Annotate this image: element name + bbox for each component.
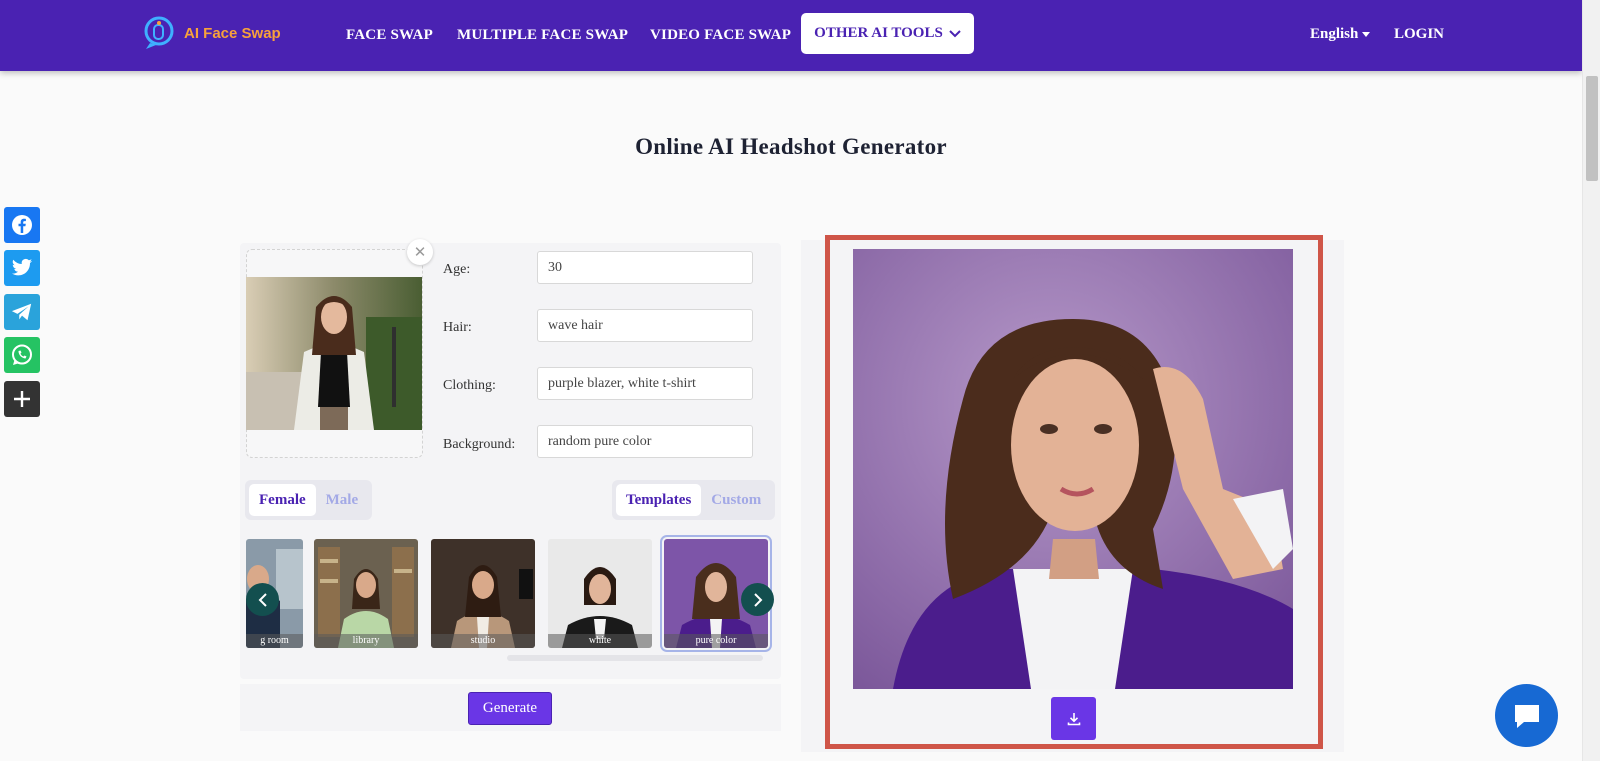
telegram-icon [11, 303, 32, 321]
chat-bubble-icon [1514, 704, 1539, 728]
chevron-down-icon [949, 29, 961, 37]
download-button[interactable] [1051, 697, 1096, 740]
custom-tab[interactable]: Custom [701, 484, 771, 516]
background-input[interactable]: random pure color [537, 425, 753, 458]
page-scrollbar[interactable] [1582, 0, 1600, 761]
carousel-next-button[interactable] [741, 583, 774, 616]
template-thumb[interactable]: studio [431, 539, 535, 648]
scrollbar-thumb[interactable] [1586, 76, 1598, 181]
generate-button[interactable]: Generate [468, 692, 552, 725]
generated-headshot [853, 249, 1293, 689]
caret-down-icon [1362, 32, 1371, 37]
hair-input[interactable]: wave hair [537, 309, 753, 342]
template-image [431, 539, 535, 648]
template-caption: white [548, 634, 652, 648]
whatsapp-share-button[interactable] [4, 337, 40, 373]
facebook-share-button[interactable] [4, 207, 40, 243]
facebook-icon [12, 215, 32, 235]
hair-label: Hair: [443, 320, 472, 335]
nav-face-swap[interactable]: FACE SWAP [346, 27, 433, 44]
telegram-share-button[interactable] [4, 294, 40, 330]
chevron-left-icon [258, 592, 267, 607]
template-thumb[interactable]: library [314, 539, 418, 648]
gender-male-tab[interactable]: Male [316, 484, 368, 516]
page-title: Online AI Headshot Generator [635, 134, 947, 159]
twitter-icon [11, 258, 33, 276]
clothing-label: Clothing: [443, 378, 496, 393]
other-ai-tools-dropdown[interactable]: OTHER AI TOOLS [801, 13, 974, 54]
template-caption: studio [431, 634, 535, 648]
plus-icon [14, 391, 30, 407]
chevron-right-icon [753, 592, 762, 607]
download-icon [1067, 712, 1080, 725]
template-caption: library [314, 634, 418, 648]
template-thumb[interactable]: white [548, 539, 652, 648]
logo-text: AI Face Swap [184, 24, 281, 42]
close-icon: ✕ [413, 243, 427, 261]
template-caption: pure color [664, 634, 768, 648]
age-input[interactable]: 30 [537, 251, 753, 284]
template-image [548, 539, 652, 648]
chat-support-button[interactable] [1495, 684, 1558, 747]
template-image [314, 539, 418, 648]
gender-toggle: Female Male [245, 480, 373, 520]
remove-photo-button[interactable]: ✕ [407, 239, 433, 265]
top-navbar: AI Face Swap FACE SWAP MULTIPLE FACE SWA… [0, 0, 1582, 71]
templates-tab[interactable]: Templates [616, 484, 702, 516]
clothing-input[interactable]: purple blazer, white t-shirt [537, 367, 753, 400]
age-label: Age: [443, 262, 471, 277]
mode-toggle: Templates Custom [612, 480, 776, 520]
language-label: English [1310, 26, 1359, 42]
background-label: Background: [443, 437, 516, 452]
gender-female-tab[interactable]: Female [249, 484, 316, 516]
login-link[interactable]: LOGIN [1394, 26, 1444, 43]
more-share-button[interactable] [4, 381, 40, 417]
whatsapp-icon [12, 344, 32, 365]
carousel-scrollbar[interactable] [507, 655, 763, 661]
uploaded-photo [246, 277, 422, 430]
logo-mark-icon [144, 16, 174, 49]
other-ai-tools-label: OTHER AI TOOLS [814, 25, 943, 41]
carousel-prev-button[interactable] [246, 583, 279, 616]
site-logo[interactable]: AI Face Swap [140, 14, 281, 52]
template-caption: g room [246, 634, 303, 648]
twitter-share-button[interactable] [4, 250, 40, 286]
language-selector[interactable]: English [1310, 26, 1371, 43]
nav-multiple-face-swap[interactable]: MULTIPLE FACE SWAP [457, 27, 628, 44]
nav-video-face-swap[interactable]: VIDEO FACE SWAP [650, 27, 791, 44]
